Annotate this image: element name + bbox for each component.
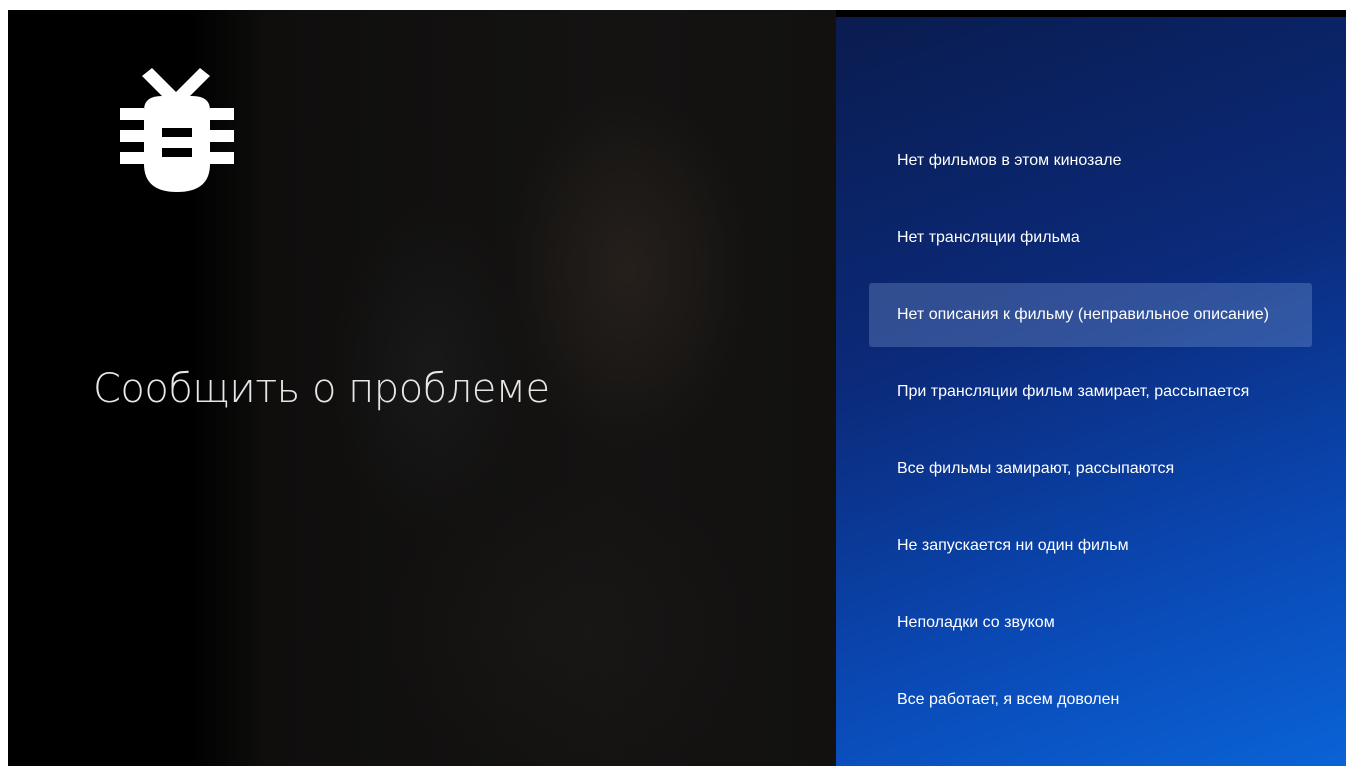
menu-item-no-description[interactable]: Нет описания к фильму (неправильное опис… — [869, 283, 1312, 347]
menu-item-label: Нет фильмов в этом кинозале — [897, 152, 1122, 169]
menu-item-label: Все фильмы замирают, рассыпаются — [897, 460, 1175, 477]
menu-item-all-movies-freeze[interactable]: Все фильмы замирают, рассыпаются — [869, 437, 1312, 501]
menu-item-label: Нет описания к фильму (неправильное опис… — [897, 306, 1269, 323]
problem-menu-panel: Нет фильмов в этом кинозале Нет трансляц… — [836, 17, 1346, 766]
menu-item-sound-problems[interactable]: Неполадки со звуком — [869, 591, 1312, 655]
menu-item-no-movie-starts[interactable]: Не запускается ни один фильм — [869, 514, 1312, 578]
menu-item-movie-freezes[interactable]: При трансляции фильм замирает, рассыпает… — [869, 360, 1312, 424]
menu-item-no-broadcast[interactable]: Нет трансляции фильма — [869, 206, 1312, 270]
page-title: Сообщить о проблеме — [93, 366, 550, 412]
menu-item-all-works[interactable]: Все работает, я всем доволен — [869, 668, 1312, 732]
bug-icon — [120, 68, 234, 192]
menu-item-label: Все работает, я всем доволен — [897, 691, 1120, 708]
menu-item-label: При трансляции фильм замирает, рассыпает… — [897, 383, 1250, 400]
menu-item-label: Неполадки со звуком — [897, 614, 1055, 631]
menu-item-label: Не запускается ни один фильм — [897, 537, 1129, 554]
report-problem-screen: Сообщить о проблеме Нет фильмов в этом к… — [8, 10, 1346, 766]
menu-item-no-movies[interactable]: Нет фильмов в этом кинозале — [869, 129, 1312, 193]
menu-item-label: Нет трансляции фильма — [897, 229, 1080, 246]
